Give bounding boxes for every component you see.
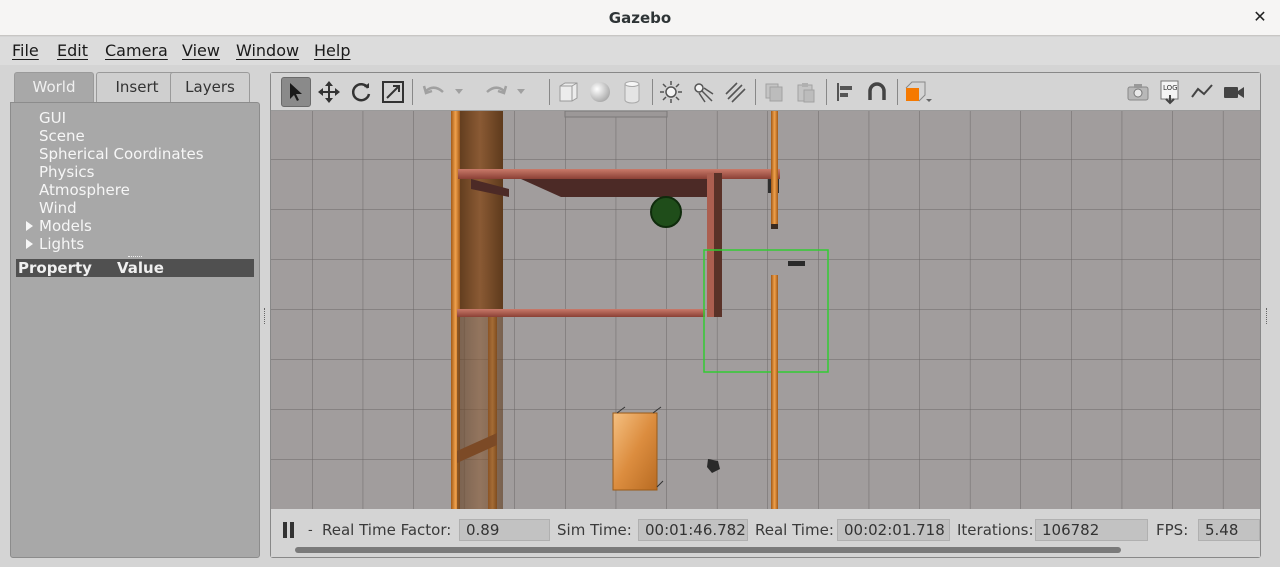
point-light-icon[interactable]	[656, 77, 686, 107]
scale-icon[interactable]	[378, 77, 408, 107]
tree-item-spherical-coordinates[interactable]: Spherical Coordinates	[39, 145, 204, 163]
window-title: Gazebo	[608, 9, 672, 27]
scene-viewport[interactable]	[271, 111, 1260, 509]
menu-edit[interactable]: Edit	[57, 41, 88, 60]
record-video-icon[interactable]	[1219, 77, 1249, 107]
shelf-beam[interactable]	[458, 169, 780, 179]
copy-icon[interactable]	[759, 77, 789, 107]
iterations-label: Iterations:	[957, 521, 1034, 539]
status-bar: - Real Time Factor: 0.89 Sim Time: 00:01…	[271, 509, 1260, 557]
tree-item-lights[interactable]: Lights	[39, 235, 84, 253]
world-tree-panel: GUI Scene Spherical Coordinates Physics …	[10, 102, 260, 558]
tree-item-gui[interactable]: GUI	[39, 109, 66, 127]
property-header: Property Value	[16, 259, 254, 277]
render-panel: LOG - Real Time Factor: 0.89 Sim Time: 0…	[270, 72, 1261, 558]
real-time-factor-value: 0.89	[459, 519, 550, 541]
wooden-post[interactable]	[771, 111, 778, 229]
pause-icon[interactable]	[283, 522, 287, 538]
step-button[interactable]: -	[308, 523, 313, 538]
wooden-post-selected[interactable]	[771, 275, 778, 509]
sim-time-value: 00:01:46.782	[638, 519, 748, 541]
horizontal-scrollbar[interactable]	[295, 547, 1121, 553]
shelf-beam[interactable]	[457, 309, 705, 317]
splitter-grip[interactable]	[128, 256, 142, 258]
toolbar: LOG	[271, 73, 1260, 111]
redo-icon[interactable]	[481, 77, 511, 107]
value-column-header: Value	[117, 259, 164, 277]
redo-dropdown-icon[interactable]	[513, 77, 529, 107]
close-icon[interactable]: ✕	[1250, 7, 1270, 27]
menu-bar: File Edit Camera View Window Help	[0, 37, 1280, 65]
spot-light-icon[interactable]	[688, 77, 718, 107]
expand-arrow-icon[interactable]	[26, 239, 33, 249]
sim-time-label: Sim Time:	[557, 521, 632, 539]
wooden-wall[interactable]	[457, 111, 503, 311]
property-column-header: Property	[18, 259, 92, 277]
menu-window[interactable]: Window	[236, 41, 299, 60]
translate-icon[interactable]	[314, 77, 344, 107]
rotate-icon[interactable]	[346, 77, 376, 107]
real-time-value: 00:02:01.718	[837, 519, 950, 541]
tree-item-scene[interactable]: Scene	[39, 127, 85, 145]
snap-icon[interactable]	[862, 77, 892, 107]
tree-item-models[interactable]: Models	[39, 217, 92, 235]
cylinder-icon[interactable]	[617, 77, 647, 107]
directional-light-icon[interactable]	[720, 77, 750, 107]
fps-value: 5.48	[1198, 519, 1260, 541]
menu-help[interactable]: Help	[314, 41, 350, 60]
green-cylinder[interactable]	[650, 196, 682, 228]
select-arrow-icon[interactable]	[281, 77, 311, 107]
tree-item-atmosphere[interactable]: Atmosphere	[39, 181, 130, 199]
paste-icon[interactable]	[791, 77, 821, 107]
svg-text:LOG: LOG	[1163, 84, 1178, 92]
align-icon[interactable]	[830, 77, 860, 107]
menu-file[interactable]: File	[12, 41, 39, 60]
menu-view[interactable]: View	[182, 41, 220, 60]
wooden-crate[interactable]	[612, 412, 658, 491]
tree-item-wind[interactable]: Wind	[39, 199, 77, 217]
real-time-factor-label: Real Time Factor:	[322, 521, 452, 539]
real-time-label: Real Time:	[755, 521, 834, 539]
plot-icon[interactable]	[1187, 77, 1217, 107]
menu-camera[interactable]: Camera	[105, 41, 168, 60]
expand-arrow-icon[interactable]	[26, 221, 33, 231]
undo-icon[interactable]	[419, 77, 449, 107]
tab-insert[interactable]: Insert	[96, 72, 178, 102]
log-icon[interactable]: LOG	[1155, 77, 1185, 107]
fps-label: FPS:	[1156, 521, 1189, 539]
undo-dropdown-icon[interactable]	[451, 77, 467, 107]
tab-world[interactable]: World	[14, 72, 94, 103]
sphere-icon[interactable]	[585, 77, 615, 107]
left-splitter-handle[interactable]	[264, 308, 266, 324]
view-angle-icon[interactable]	[901, 77, 937, 107]
small-object[interactable]	[788, 261, 805, 266]
tab-layers[interactable]: Layers	[170, 72, 250, 102]
right-splitter-handle[interactable]	[1266, 308, 1268, 324]
title-bar: Gazebo ✕	[0, 0, 1280, 36]
tree-item-physics[interactable]: Physics	[39, 163, 94, 181]
left-panel: World Insert Layers GUI Scene Spherical …	[10, 72, 260, 558]
box-icon[interactable]	[553, 77, 583, 107]
screenshot-icon[interactable]	[1123, 77, 1153, 107]
iterations-value: 106782	[1035, 519, 1148, 541]
